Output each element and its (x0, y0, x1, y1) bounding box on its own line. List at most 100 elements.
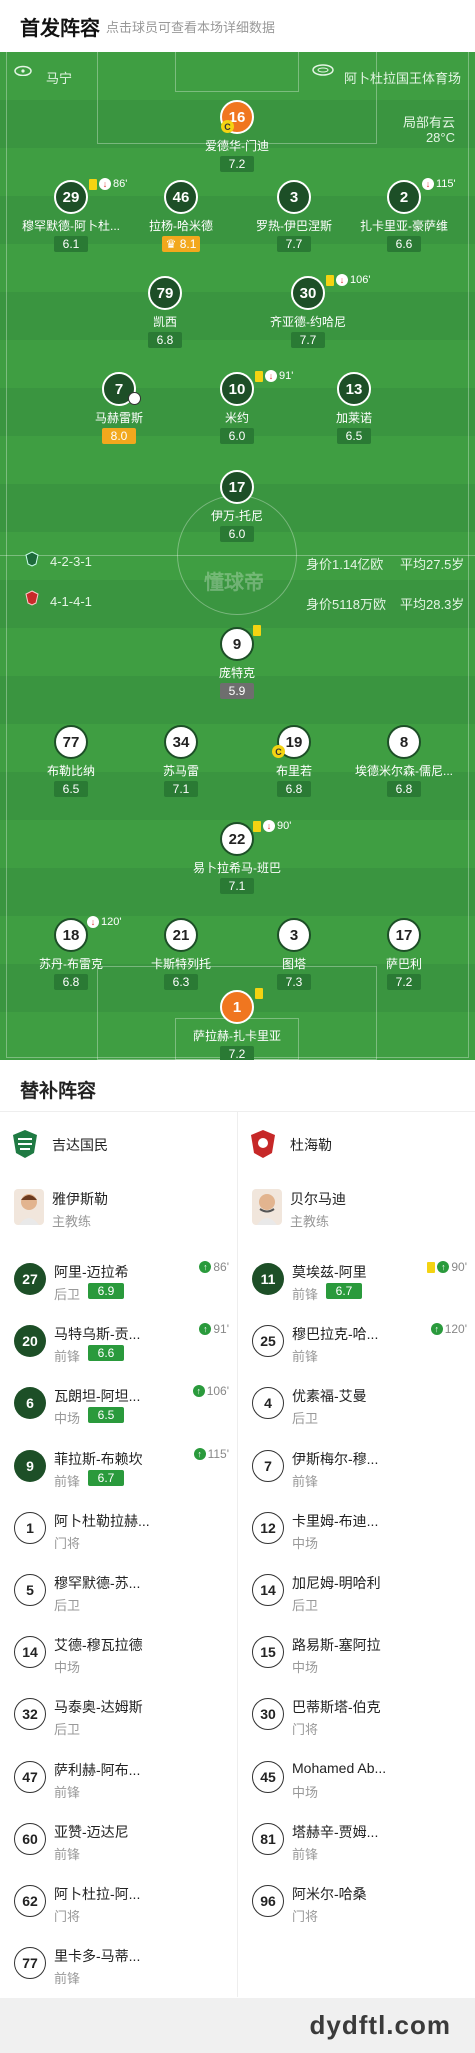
home-player-10[interactable]: 10 ↓ 91' 米约 6.0 (177, 370, 297, 445)
jersey-number: 5 (14, 1574, 46, 1606)
player-name: 马特乌斯-贡... (54, 1326, 141, 1343)
pitch: 马宁 阿卜杜拉国王体育场 局部有云 28°C 懂球帝 4-2-3-1 身价1.1… (0, 52, 475, 1060)
jersey-number: 4 (252, 1387, 284, 1420)
player-rating: 6.6 (88, 1345, 124, 1362)
player-rating: 6.9 (88, 1283, 124, 1299)
weather-text: 局部有云 (402, 115, 455, 130)
player-name: 艾德-穆瓦拉德 (54, 1637, 143, 1654)
sub-player-row[interactable]: 7 伊斯梅尔-穆... 前锋 (238, 1437, 475, 1495)
sub-player-row[interactable]: 9 菲拉斯-布赖坎 前锋 6.7 ↑ 115' (0, 1437, 237, 1495)
player-name: 阿卜杜拉-阿... (54, 1886, 141, 1902)
player-rating: 6.6 (387, 236, 421, 252)
player-position: 前锋 (292, 1473, 319, 1489)
home-player-17[interactable]: 17 伊万-托尼 6.0 (177, 470, 297, 543)
sub-player-row[interactable]: 14 加尼姆-明哈利 后卫 (238, 1561, 475, 1619)
away-player-3[interactable]: 3 图塔 7.3 (234, 918, 354, 991)
home-player-46[interactable]: 46 拉杨-哈米德 ♛ 8.1 (121, 180, 241, 253)
footer: dydftl.com (0, 1998, 475, 2053)
sub-in-icon: ↑ (192, 1385, 205, 1398)
sub-player-row[interactable]: 96 阿米尔-哈桑 门将 (238, 1872, 475, 1930)
player-position: 前锋 (292, 1349, 319, 1365)
away-player-8[interactable]: 8 埃德米尔森-儒尼... 6.8 (344, 725, 464, 798)
player-name: 伊斯梅尔-穆... (292, 1450, 379, 1467)
jersey-number: 15 (252, 1636, 284, 1669)
away-player-19[interactable]: 19 C 布里若 6.8 (234, 725, 354, 798)
sub-player-row[interactable]: 11 莫埃兹-阿里 前锋 6.7 ↑ 90' (238, 1250, 475, 1308)
home-player-16[interactable]: 16 C 爱德华-门迪 7.2 (177, 100, 297, 173)
player-position: 中场 (292, 1660, 319, 1676)
sub-out-icon: ↓ (422, 178, 434, 190)
sub-player-row[interactable]: 15 路易斯-塞阿拉 中场 (238, 1623, 475, 1681)
stadium-icon (312, 64, 334, 79)
away-player-17[interactable]: 17 萨巴利 7.2 (344, 918, 464, 991)
home-team-badge-icon (24, 551, 40, 570)
home-player-79[interactable]: 79 凯西 6.8 (105, 276, 225, 349)
sub-player-row[interactable]: 12 卡里姆-布迪... 中场 (238, 1499, 475, 1557)
jersey-number: 9 (14, 1449, 46, 1482)
home-player-29[interactable]: 29 ↓ 86' 穆罕默德-阿卜杜... 6.1 (11, 178, 131, 253)
sub-player-row[interactable]: 6 瓦朗坦-阿坦... 中场 6.5 ↑ 106' (0, 1374, 237, 1432)
sub-player-row[interactable]: 47 萨利赫-阿布... 前锋 (0, 1748, 237, 1806)
player-name: 萨利赫-阿布... (54, 1761, 141, 1778)
home-player-3[interactable]: 3 罗热-伊巴涅斯 7.7 (234, 180, 354, 253)
player-position: 门将 (292, 1909, 319, 1924)
away-player-21[interactable]: 21 卡斯特列托 6.3 (121, 918, 241, 991)
home-formation: 4-2-3-1 (50, 554, 92, 569)
sub-player-row[interactable]: 77 里卡多-马蒂... 前锋 (0, 1934, 237, 1992)
player-rating: 5.9 (220, 683, 254, 699)
lineup-header: 首发阵容 点击球员可查看本场详细数据 (0, 0, 475, 48)
home-coach[interactable]: 雅伊斯勒 主教练 (0, 1175, 237, 1245)
away-player-34[interactable]: 34 苏马雷 7.1 (121, 725, 241, 798)
player-position: 后卫 (54, 1722, 81, 1738)
home-player-13[interactable]: 13 加莱诺 6.5 (294, 372, 414, 445)
player-rating: 7.3 (277, 974, 311, 990)
captain-icon: C (272, 745, 285, 758)
home-player-7[interactable]: 7 马赫雷斯 8.0 (59, 372, 179, 445)
sub-player-row[interactable]: 27 阿里-迈拉希 后卫 6.9 ↑ 86' (0, 1250, 237, 1308)
home-team-row[interactable]: 吉达国民 (0, 1115, 237, 1171)
player-rating: 6.0 (220, 428, 254, 444)
yellow-card-icon (255, 370, 263, 382)
away-player-18[interactable]: 18 ↓ 120' 苏丹-布雷克 6.8 (11, 916, 131, 991)
player-rating: 7.7 (277, 236, 311, 252)
player-name: 优素福-艾曼 (292, 1388, 367, 1405)
away-team-row[interactable]: 杜海勒 (238, 1115, 475, 1171)
player-rating: 6.8 (54, 974, 88, 990)
sub-player-row[interactable]: 32 马泰奥-达姆斯 后卫 (0, 1685, 237, 1743)
home-player-2[interactable]: 2 ↓ 115' 扎卡里亚-豪萨维 6.6 (344, 178, 464, 253)
away-player-1[interactable]: 1 萨拉赫-扎卡里亚 7.2 (177, 988, 297, 1060)
player-name: 亚赞-迈达尼 (54, 1823, 129, 1840)
yellow-card-icon (89, 178, 97, 190)
sub-player-row[interactable]: 62 阿卜杜拉-阿... 门将 (0, 1872, 237, 1930)
player-rating: 6.3 (164, 974, 198, 990)
sub-player-row[interactable]: 60 亚赞-迈达尼 前锋 (0, 1810, 237, 1868)
sub-player-row[interactable]: 25 穆巴拉克-哈... 前锋 ↑ 120' (238, 1312, 475, 1370)
sub-player-row[interactable]: 4 优素福-艾曼 后卫 (238, 1374, 475, 1432)
away-coach[interactable]: 贝尔马迪 主教练 (238, 1175, 475, 1245)
goal-icon (128, 392, 141, 405)
player-rating: 6.0 (220, 526, 254, 542)
away-player-22[interactable]: 22 ↓ 90' 易卜拉希马-班巴 7.1 (177, 820, 297, 895)
home-value: 身价1.14亿欧 (306, 557, 384, 572)
sub-player-row[interactable]: 45 Mohamed Ab... 中场 (238, 1748, 475, 1806)
jersey-number: 6 (14, 1387, 46, 1420)
jersey-number: 60 (14, 1822, 46, 1855)
sub-in-icon: ↑ (437, 1261, 450, 1273)
player-name: 瓦朗坦-阿坦... (54, 1388, 141, 1405)
away-player-9[interactable]: 9 庞特克 5.9 (177, 625, 297, 700)
player-name: 莫埃兹-阿里 (292, 1264, 367, 1280)
player-name: 塔赫辛-贾姆... (292, 1823, 379, 1840)
sub-player-row[interactable]: 5 穆罕默德-苏... 后卫 (0, 1561, 237, 1619)
sub-player-row[interactable]: 30 巴蒂斯塔-伯克 门将 (238, 1685, 475, 1743)
sub-player-row[interactable]: 81 塔赫辛-贾姆... 前锋 (238, 1810, 475, 1868)
player-rating: 6.1 (54, 236, 88, 252)
sub-player-row[interactable]: 20 马特乌斯-贡... 前锋 6.6 ↑ 91' (0, 1312, 237, 1370)
sub-player-row[interactable]: 1 阿卜杜勒拉赫... 门将 (0, 1499, 237, 1557)
player-name: 阿米尔-哈桑 (292, 1886, 367, 1902)
player-rating: 7.1 (164, 781, 198, 797)
home-player-30[interactable]: 30 ↓ 106' 齐亚德-约哈尼 7.7 (248, 274, 370, 349)
player-name: 穆巴拉克-哈... (292, 1326, 379, 1343)
player-name: 阿卜杜勒拉赫... (54, 1512, 150, 1529)
sub-player-row[interactable]: 14 艾德-穆瓦拉德 中场 (0, 1623, 237, 1681)
away-player-77[interactable]: 77 布勒比纳 6.5 (11, 725, 131, 798)
